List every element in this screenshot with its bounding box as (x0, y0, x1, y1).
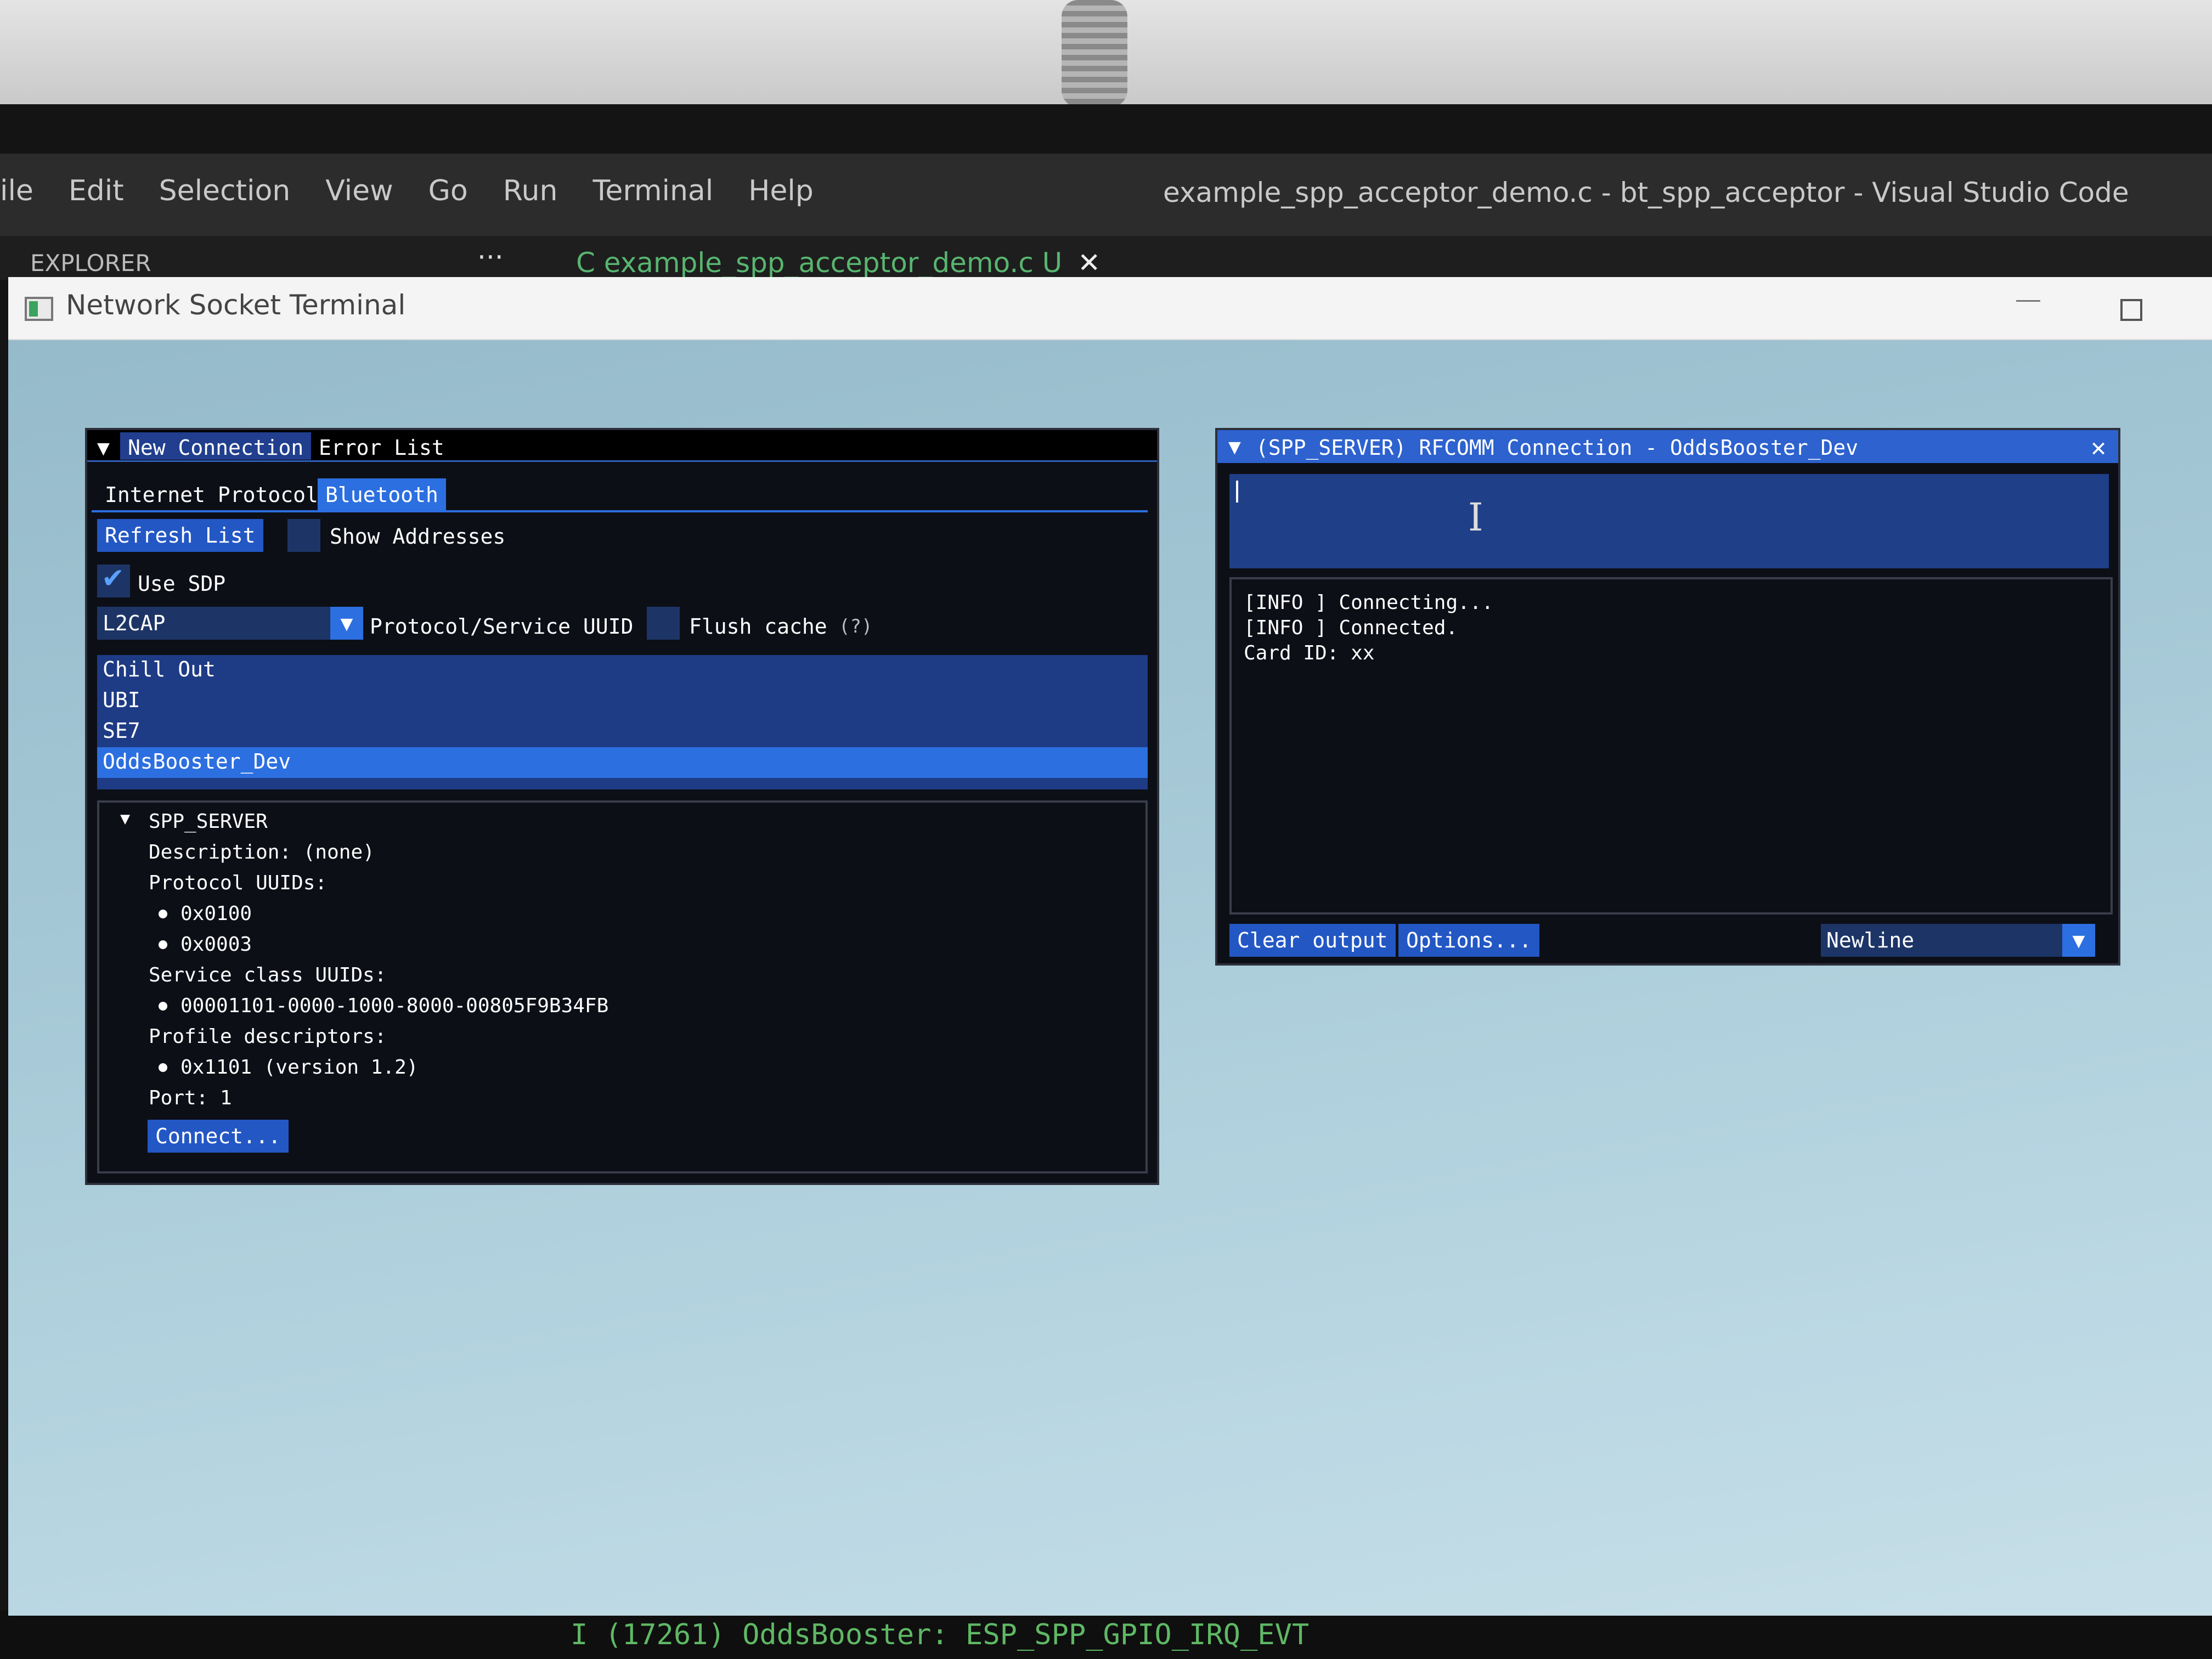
protocol-uuid-label: Protocol/Service UUID (370, 614, 634, 639)
protocol-dropdown-value: L2CAP (103, 611, 166, 635)
tab-bluetooth[interactable]: Bluetooth (318, 478, 446, 510)
output-line: Card ID: xx (1244, 642, 1375, 664)
network-socket-terminal-window: Network Socket Terminal ▼ New Connection… (8, 277, 2212, 1616)
service-description: Description: (none) (149, 841, 375, 864)
service-name[interactable]: SPP_SERVER (149, 810, 268, 833)
list-item-selected[interactable]: OddsBooster_Dev (97, 747, 1148, 778)
tab-internet-protocol[interactable]: Internet Protocol (97, 478, 326, 510)
list-item[interactable]: Chill Out (97, 655, 1148, 686)
service-class-uuid: 00001101-0000-1000-8000-00805F9B34FB (180, 995, 609, 1017)
menu-terminal[interactable]: Terminal (592, 174, 713, 207)
bullet-icon (159, 1063, 167, 1072)
chevron-down-icon: ▼ (330, 607, 363, 640)
panel-tabbar: ▼ New Connection Error List (87, 430, 1157, 462)
bullet-icon (159, 940, 167, 949)
menu-help[interactable]: Help (748, 174, 814, 207)
vscode-window-title: example_spp_acceptor_demo.c - bt_spp_acc… (1163, 177, 2129, 208)
flush-cache-checkbox[interactable] (647, 607, 680, 640)
close-icon[interactable]: ✕ (1077, 247, 1101, 279)
newline-dropdown[interactable]: Newline ▼ (1821, 924, 2095, 957)
tab-new-connection[interactable]: New Connection (120, 432, 312, 460)
app-icon (25, 297, 53, 321)
close-icon[interactable]: ✕ (2091, 432, 2106, 462)
checkmark-icon: ✔ (101, 562, 125, 594)
collapse-icon[interactable]: ▼ (1228, 435, 1241, 459)
device-list: Chill Out UBI SE7 OddsBooster_Dev (97, 655, 1148, 789)
options-button[interactable]: Options... (1398, 924, 1539, 957)
protocol-uuid: 0x0003 (180, 933, 252, 956)
menu-view[interactable]: View (325, 174, 393, 207)
profile-descriptor: 0x1101 (version 1.2) (180, 1056, 419, 1079)
cable (1062, 0, 1127, 107)
list-item[interactable]: SE7 (97, 716, 1148, 747)
new-connection-panel: ▼ New Connection Error List Internet Pro… (85, 428, 1159, 1185)
connection-title: (SPP_SERVER) RFCOMM Connection - OddsBoo… (1256, 436, 1859, 460)
bullet-icon (159, 910, 167, 918)
protocol-uuid: 0x0100 (180, 902, 252, 925)
minimize-icon[interactable] (2016, 300, 2040, 302)
newline-dropdown-value: Newline (1826, 928, 1915, 952)
tab-error-list[interactable]: Error List (311, 432, 452, 460)
output-line: [INFO ] Connecting... (1244, 591, 1494, 614)
show-addresses-checkbox[interactable] (287, 519, 320, 552)
list-item[interactable]: UBI (97, 686, 1148, 716)
use-sdp-label: Use SDP (138, 572, 226, 596)
protocol-dropdown[interactable]: L2CAP ▼ (97, 607, 363, 640)
window-titlebar: Network Socket Terminal (8, 277, 2212, 340)
output-console: [INFO ] Connecting... [INFO ] Connected.… (1229, 577, 2113, 915)
rfcomm-connection-panel: ▼ (SPP_SERVER) RFCOMM Connection - OddsB… (1215, 428, 2120, 966)
use-sdp-checkbox[interactable]: ✔ (97, 562, 130, 597)
show-addresses-label: Show Addresses (330, 524, 506, 549)
window-title: Network Socket Terminal (66, 289, 406, 321)
editor-tab[interactable]: C example_spp_acceptor_demo.c U ✕ (576, 247, 1101, 279)
clear-output-button[interactable]: Clear output (1229, 924, 1396, 957)
flush-cache-label: Flush cache (689, 614, 827, 639)
menu-run[interactable]: Run (503, 174, 558, 207)
bullet-icon (159, 1002, 167, 1011)
subtab-underline (92, 510, 1148, 512)
more-icon[interactable]: ··· (477, 241, 504, 273)
ibeam-cursor-icon: I (1468, 495, 1483, 540)
menu-file[interactable]: ile (0, 174, 33, 207)
tree-expand-icon[interactable]: ▼ (120, 809, 130, 828)
protocol-uuids-label: Protocol UUIDs: (149, 872, 328, 894)
maximize-icon[interactable] (2120, 299, 2142, 321)
menu-edit[interactable]: Edit (69, 174, 124, 207)
explorer-header: EXPLORER (30, 250, 151, 276)
vscode-tab-strip (0, 236, 2212, 280)
port-label: Port: 1 (149, 1087, 232, 1109)
editor-tab-label: C example_spp_acceptor_demo.c U (576, 247, 1063, 279)
service-details: ▼ SPP_SERVER Description: (none) Protoco… (97, 800, 1148, 1173)
text-caret (1236, 481, 1238, 503)
collapse-icon[interactable]: ▼ (97, 436, 110, 460)
menu-go[interactable]: Go (428, 174, 468, 207)
service-class-label: Service class UUIDs: (149, 964, 387, 986)
refresh-list-button[interactable]: Refresh List (97, 519, 263, 552)
help-marker[interactable]: (?) (839, 616, 872, 637)
send-input[interactable]: I (1229, 474, 2109, 568)
connection-titlebar: ▼ (SPP_SERVER) RFCOMM Connection - OddsB… (1217, 430, 2118, 463)
vscode-menu: ile Edit Selection View Go Run Terminal … (0, 174, 849, 207)
output-line: [INFO ] Connected. (1244, 617, 1458, 639)
profile-descriptors-label: Profile descriptors: (149, 1025, 387, 1048)
terminal-log-line: I (17261) OddsBooster: ESP_SPP_GPIO_IRQ_… (571, 1618, 1310, 1651)
connect-button[interactable]: Connect... (148, 1120, 289, 1153)
menu-selection[interactable]: Selection (159, 174, 291, 207)
chevron-down-icon: ▼ (2062, 924, 2095, 957)
